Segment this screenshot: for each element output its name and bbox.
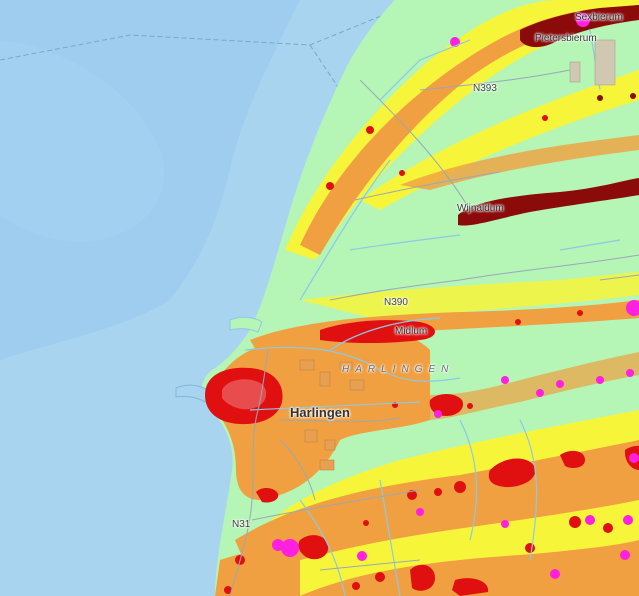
label-pietersbierum[interactable]: Pietersbierum	[535, 33, 597, 44]
map-view[interactable]: Sexbierum Pietersbierum N393 Wijnaldum N…	[0, 0, 639, 596]
hotspot-small	[434, 488, 442, 496]
hotspot-magenta	[629, 453, 639, 463]
hotspot-small	[399, 170, 405, 176]
hotspot-magenta	[281, 539, 299, 557]
hotspot-magenta	[550, 569, 560, 579]
hotspot-small	[326, 182, 334, 190]
hotspot-small	[525, 543, 535, 553]
hotspot-magenta	[556, 380, 564, 388]
hotspot-small	[352, 582, 360, 590]
hotspot-magenta	[620, 550, 630, 560]
label-road-n390[interactable]: N390	[384, 297, 408, 308]
hotspot-magenta	[596, 376, 604, 384]
hotspot-small	[366, 126, 374, 134]
hotspot-magenta	[501, 376, 509, 384]
label-midlum[interactable]: Midlum	[395, 326, 427, 337]
hotspot-magenta	[623, 515, 633, 525]
hotspot-magenta	[501, 520, 509, 528]
label-road-n393[interactable]: N393	[473, 83, 497, 94]
hotspot-magenta	[626, 369, 634, 377]
hotspot-small	[569, 516, 581, 528]
hotspot-small	[542, 115, 548, 121]
hotspot-magenta	[536, 389, 544, 397]
hotspot-small	[410, 564, 435, 591]
label-sexbierum[interactable]: Sexbierum	[575, 12, 623, 23]
hotspot-magenta	[434, 410, 442, 418]
hotspot-small	[363, 520, 369, 526]
map-canvas[interactable]	[0, 0, 639, 596]
hotspot-magenta	[416, 508, 424, 516]
hotspot-small	[603, 523, 613, 533]
label-wijnaldum[interactable]: Wijnaldum	[457, 203, 504, 214]
hotspot-small	[597, 95, 603, 101]
hotspot-magenta	[272, 539, 284, 551]
hotspot-small	[375, 572, 385, 582]
hotspot-small	[454, 481, 466, 493]
label-harlingen-municipality: HARLINGEN	[342, 364, 455, 375]
label-harlingen[interactable]: Harlingen	[290, 405, 350, 420]
hotspot-small	[467, 403, 473, 409]
hotspot-magenta	[585, 515, 595, 525]
hotspot-small	[577, 310, 583, 316]
label-road-n31[interactable]: N31	[232, 519, 250, 530]
hotspot-small	[515, 319, 521, 325]
hotspot-small	[630, 93, 636, 99]
hotspot-magenta	[357, 551, 367, 561]
